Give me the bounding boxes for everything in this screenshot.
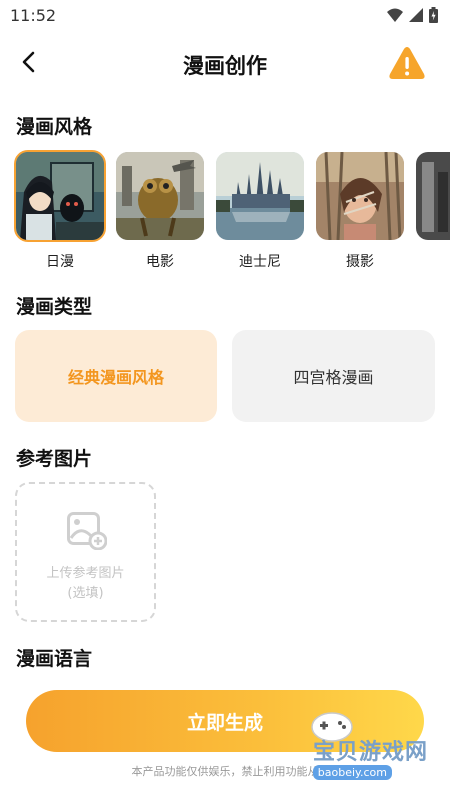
style-list: 日漫 电影 迪士尼 摄影 [14, 150, 450, 270]
style-item-movie[interactable]: 电影 [114, 150, 206, 270]
upload-reference-button[interactable]: 上传参考图片 (选填) [15, 482, 156, 622]
status-time: 11:52 [10, 6, 57, 25]
upload-hint: (选填) [67, 586, 104, 601]
upload-label: 上传参考图片 [46, 566, 125, 581]
type-option-four-panel[interactable]: 四宫格漫画 [232, 330, 435, 422]
generate-button[interactable]: 立即生成 [26, 690, 424, 752]
style-item-partial[interactable] [414, 150, 450, 242]
photography-thumbnail [314, 150, 406, 242]
style-label: 电影 [146, 254, 174, 270]
language-section-title: 漫画语言 [16, 648, 93, 670]
upload-text: 上传参考图片 (选填) [17, 564, 154, 604]
app-bar: 漫画创作 [0, 40, 450, 88]
disclaimer-text: 本产品功能仅供娱乐，禁止利用功能从 [131, 765, 319, 778]
partial-thumbnail [414, 150, 450, 242]
style-section-title: 漫画风格 [16, 116, 93, 138]
style-item-photography[interactable]: 摄影 [314, 150, 406, 270]
disney-thumbnail [214, 150, 306, 242]
style-item-disney[interactable]: 迪士尼 [214, 150, 306, 270]
image-upload-icon [67, 512, 107, 550]
style-label: 日漫 [46, 254, 74, 270]
warning-button[interactable] [388, 46, 426, 82]
status-icons [387, 7, 438, 23]
page-title: 漫画创作 [183, 54, 267, 78]
wifi-icon [387, 8, 403, 22]
type-option-classic[interactable]: 经典漫画风格 [15, 330, 217, 422]
style-label: 迪士尼 [239, 254, 281, 270]
reference-section-title: 参考图片 [16, 448, 93, 470]
warning-icon [389, 47, 425, 79]
battery-icon [429, 7, 438, 23]
status-bar: 11:52 [0, 0, 450, 30]
type-section-title: 漫画类型 [16, 296, 93, 318]
movie-thumbnail [114, 150, 206, 242]
signal-icon [409, 8, 423, 22]
style-label: 摄影 [346, 254, 374, 270]
style-item-anime[interactable]: 日漫 [14, 150, 106, 270]
anime-thumbnail [14, 150, 106, 242]
